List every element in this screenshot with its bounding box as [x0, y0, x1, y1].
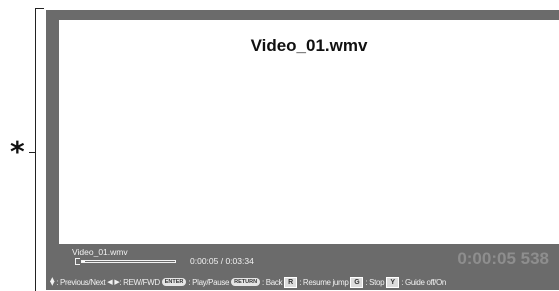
r-key-icon: R [284, 276, 298, 288]
left-arrow-icon: ◀ [107, 277, 113, 286]
enter-key-icon: ENTER [161, 278, 187, 286]
guide-bar: ▲ ▼ : Previous/Next ◀ ▶ : REW/FWD ENTER :… [50, 275, 559, 289]
guide-resume-jump[interactable]: R : Resume jump [282, 276, 349, 288]
guide-stop-label: : Stop [365, 277, 385, 287]
guide-rew-fwd[interactable]: ◀ ▶ : REW/FWD [107, 278, 160, 287]
guide-prev-next[interactable]: ▲ ▼ : Previous/Next [50, 276, 106, 287]
guide-back[interactable]: RETURN : Back [229, 277, 283, 287]
guide-play-pause-label: : Play/Pause [188, 277, 230, 287]
annotation-marker: * [10, 135, 25, 168]
g-key-icon: G [350, 276, 364, 288]
tv-screen: Video_01.wmv Video_01.wmv 0:00:05 / 0:03… [46, 10, 559, 290]
guide-stop[interactable]: G : Stop [348, 276, 385, 288]
annotation-bracket-tick [29, 152, 36, 153]
guide-prev-next-label: : Previous/Next [56, 277, 106, 287]
guide-resume-label: : Resume jump [299, 277, 349, 287]
guide-play-pause[interactable]: ENTER : Play/Pause [160, 278, 229, 287]
guide-back-label: : Back [262, 277, 283, 287]
guide-toggle-label: : Guide off/On [401, 277, 447, 287]
progress-start-icon [75, 258, 80, 265]
guide-toggle[interactable]: Y : Guide off/On [384, 276, 447, 288]
video-title: Video_01.wmv [250, 36, 368, 55]
y-key-icon: Y [386, 276, 400, 288]
time-readout: 0:00:05 / 0:03:34 [190, 256, 254, 266]
annotation-bracket [35, 8, 44, 291]
guide-rew-fwd-label: : REW/FWD [119, 277, 160, 287]
progress-bar[interactable] [81, 260, 176, 263]
elapsed-time-large: 0:00:05 538 [457, 249, 549, 268]
info-filename: Video_01.wmv [72, 247, 128, 257]
up-down-arrow-icon: ▲ ▼ [50, 276, 55, 287]
progress-bar-fill [82, 261, 85, 262]
return-key-icon: RETURN [231, 278, 261, 286]
video-playback-area[interactable]: Video_01.wmv [59, 20, 559, 244]
